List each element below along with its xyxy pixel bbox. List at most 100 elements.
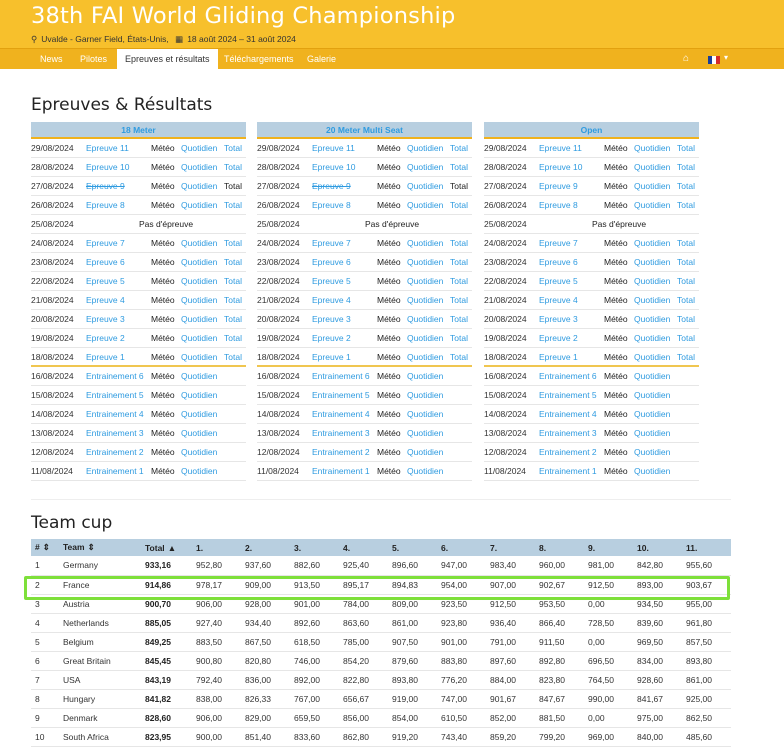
task-link[interactable]: Epreuve 7 [312, 234, 351, 252]
daily-results-link[interactable]: Quotidien [634, 329, 670, 347]
task-link[interactable]: Entrainement 1 [86, 462, 144, 480]
france-flag-icon[interactable] [708, 56, 720, 64]
task-link[interactable]: Epreuve 11 [312, 139, 355, 157]
total-results-link[interactable]: Total [677, 158, 695, 176]
task-link[interactable]: Entrainement 2 [312, 443, 370, 461]
daily-results-link[interactable]: Quotidien [181, 367, 217, 385]
total-results-link[interactable]: Total [450, 291, 468, 309]
task-link[interactable]: Entrainement 5 [86, 386, 144, 404]
daily-results-link[interactable]: Quotidien [407, 367, 443, 385]
daily-results-link[interactable]: Quotidien [407, 462, 443, 480]
daily-results-link[interactable]: Quotidien [634, 386, 670, 404]
daily-results-link[interactable]: Quotidien [407, 424, 443, 442]
task-link[interactable]: Entrainement 5 [539, 386, 597, 404]
total-results-link[interactable]: Total [677, 272, 695, 290]
task-link[interactable]: Epreuve 5 [539, 272, 578, 290]
daily-results-link[interactable]: Quotidien [407, 405, 443, 423]
task-link[interactable]: Entrainement 2 [539, 443, 597, 461]
task-link[interactable]: Entrainement 1 [539, 462, 597, 480]
daily-results-link[interactable]: Quotidien [181, 348, 217, 366]
task-link[interactable]: Entrainement 6 [539, 367, 597, 385]
daily-results-link[interactable]: Quotidien [634, 405, 670, 423]
task-link[interactable]: Entrainement 2 [86, 443, 144, 461]
task-link[interactable]: Epreuve 2 [312, 329, 351, 347]
task-link[interactable]: Entrainement 4 [539, 405, 597, 423]
total-results-link[interactable]: Total [450, 139, 468, 157]
daily-results-link[interactable]: Quotidien [634, 196, 670, 214]
daily-results-link[interactable]: Quotidien [634, 139, 670, 157]
daily-results-link[interactable]: Quotidien [634, 367, 670, 385]
total-results-link[interactable]: Total [677, 139, 695, 157]
daily-results-link[interactable]: Quotidien [634, 177, 670, 195]
total-results-link[interactable]: Total [450, 196, 468, 214]
total-results-link[interactable]: Total [677, 177, 695, 195]
total-results-link[interactable]: Total [677, 310, 695, 328]
daily-results-link[interactable]: Quotidien [181, 405, 217, 423]
total-results-link[interactable]: Total [450, 234, 468, 252]
column-header[interactable]: 8. [535, 539, 584, 556]
column-header[interactable]: 10. [633, 539, 682, 556]
daily-results-link[interactable]: Quotidien [634, 462, 670, 480]
daily-results-link[interactable]: Quotidien [181, 177, 217, 195]
daily-results-link[interactable]: Quotidien [181, 139, 217, 157]
daily-results-link[interactable]: Quotidien [407, 196, 443, 214]
class-panel-header[interactable]: 18 Meter [31, 122, 246, 139]
column-header[interactable]: Total ▲ [141, 539, 192, 556]
task-link[interactable]: Epreuve 5 [86, 272, 125, 290]
daily-results-link[interactable]: Quotidien [181, 386, 217, 404]
total-results-link[interactable]: Total [677, 234, 695, 252]
daily-results-link[interactable]: Quotidien [181, 424, 217, 442]
column-header[interactable]: 5. [388, 539, 437, 556]
nav-epreuves[interactable]: Epreuves et résultats [117, 49, 218, 70]
task-link[interactable]: Epreuve 8 [86, 196, 125, 214]
daily-results-link[interactable]: Quotidien [181, 310, 217, 328]
daily-results-link[interactable]: Quotidien [634, 310, 670, 328]
total-results-link[interactable]: Total [224, 253, 242, 271]
daily-results-link[interactable]: Quotidien [407, 158, 443, 176]
column-header[interactable]: Team ⇕ [59, 539, 141, 556]
total-results-link[interactable]: Total [450, 158, 468, 176]
task-link[interactable]: Epreuve 10 [539, 158, 582, 176]
total-results-link[interactable]: Total [450, 253, 468, 271]
task-link[interactable]: Epreuve 3 [539, 310, 578, 328]
daily-results-link[interactable]: Quotidien [407, 234, 443, 252]
total-results-link[interactable]: Total [224, 348, 242, 366]
daily-results-link[interactable]: Quotidien [634, 234, 670, 252]
nav-telechargements[interactable]: Téléchargements [224, 49, 294, 70]
daily-results-link[interactable]: Quotidien [634, 272, 670, 290]
task-link[interactable]: Entrainement 6 [86, 367, 144, 385]
daily-results-link[interactable]: Quotidien [181, 158, 217, 176]
task-link[interactable]: Epreuve 9 [86, 177, 125, 195]
task-link[interactable]: Epreuve 6 [312, 253, 351, 271]
task-link[interactable]: Epreuve 4 [86, 291, 125, 309]
daily-results-link[interactable]: Quotidien [634, 158, 670, 176]
task-link[interactable]: Epreuve 9 [312, 177, 351, 195]
daily-results-link[interactable]: Quotidien [181, 272, 217, 290]
daily-results-link[interactable]: Quotidien [181, 329, 217, 347]
daily-results-link[interactable]: Quotidien [407, 310, 443, 328]
task-link[interactable]: Epreuve 10 [312, 158, 355, 176]
total-results-link[interactable]: Total [224, 329, 242, 347]
daily-results-link[interactable]: Quotidien [634, 348, 670, 366]
total-results-link[interactable]: Total [224, 272, 242, 290]
task-link[interactable]: Epreuve 10 [86, 158, 129, 176]
daily-results-link[interactable]: Quotidien [407, 348, 443, 366]
column-header[interactable]: 11. [682, 539, 731, 556]
total-results-link[interactable]: Total [450, 272, 468, 290]
task-link[interactable]: Epreuve 9 [539, 177, 578, 195]
total-results-link[interactable]: Total [450, 348, 468, 366]
task-link[interactable]: Entrainement 3 [86, 424, 144, 442]
task-link[interactable]: Epreuve 7 [539, 234, 578, 252]
daily-results-link[interactable]: Quotidien [181, 443, 217, 461]
task-link[interactable]: Epreuve 4 [539, 291, 578, 309]
daily-results-link[interactable]: Quotidien [634, 291, 670, 309]
total-results-link[interactable]: Total [677, 196, 695, 214]
total-results-link[interactable]: Total [677, 253, 695, 271]
column-header[interactable]: 9. [584, 539, 633, 556]
total-results-link[interactable]: Total [224, 139, 242, 157]
total-results-link[interactable]: Total [224, 291, 242, 309]
column-header[interactable]: 4. [339, 539, 388, 556]
total-results-link[interactable]: Total [224, 158, 242, 176]
class-panel-header[interactable]: 20 Meter Multi Seat [257, 122, 472, 139]
nav-pilotes[interactable]: Pilotes [80, 49, 107, 70]
